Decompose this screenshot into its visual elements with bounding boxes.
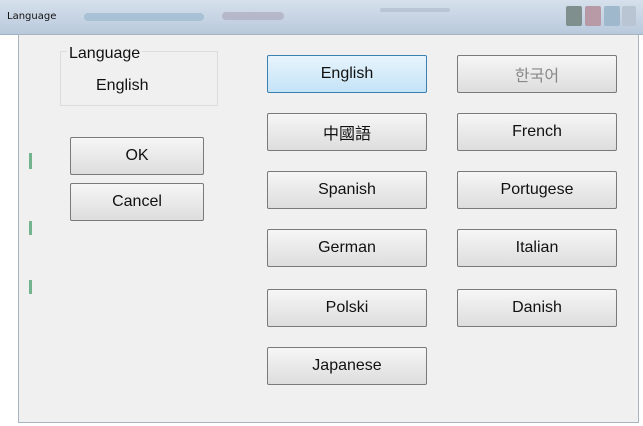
edge-marker [29, 153, 32, 169]
language-button-english[interactable]: English [267, 55, 427, 93]
title-bar-button[interactable] [604, 6, 620, 26]
language-button-korean[interactable]: 한국어 [457, 55, 617, 93]
language-button-french[interactable]: French [457, 113, 617, 151]
edge-marker [29, 221, 32, 235]
language-button-german[interactable]: German [267, 229, 427, 267]
title-bar-button[interactable] [622, 6, 636, 26]
language-button-spanish[interactable]: Spanish [267, 171, 427, 209]
language-dialog: Language Language English OK Cancel Engl… [0, 0, 643, 426]
language-group-caption: Language [67, 45, 143, 63]
language-button-italian[interactable]: Italian [457, 229, 617, 267]
title-bar-button[interactable] [585, 6, 601, 26]
language-button-japanese[interactable]: Japanese [267, 347, 427, 385]
title-bar[interactable]: Language [0, 0, 643, 35]
language-button-polski[interactable]: Polski [267, 289, 427, 327]
title-bar-background-blur [84, 13, 204, 21]
window-title: Language [7, 11, 57, 22]
cancel-button[interactable]: Cancel [70, 183, 204, 221]
title-bar-background-blur [380, 8, 450, 12]
current-language-value: English [96, 77, 149, 94]
language-button-portugese[interactable]: Portugese [457, 171, 617, 209]
title-bar-button[interactable] [566, 6, 582, 26]
title-bar-background-blur [222, 12, 284, 20]
edge-marker [29, 280, 32, 294]
ok-button[interactable]: OK [70, 137, 204, 175]
language-button-danish[interactable]: Danish [457, 289, 617, 327]
language-button-chinese[interactable]: 中國語 [267, 113, 427, 151]
